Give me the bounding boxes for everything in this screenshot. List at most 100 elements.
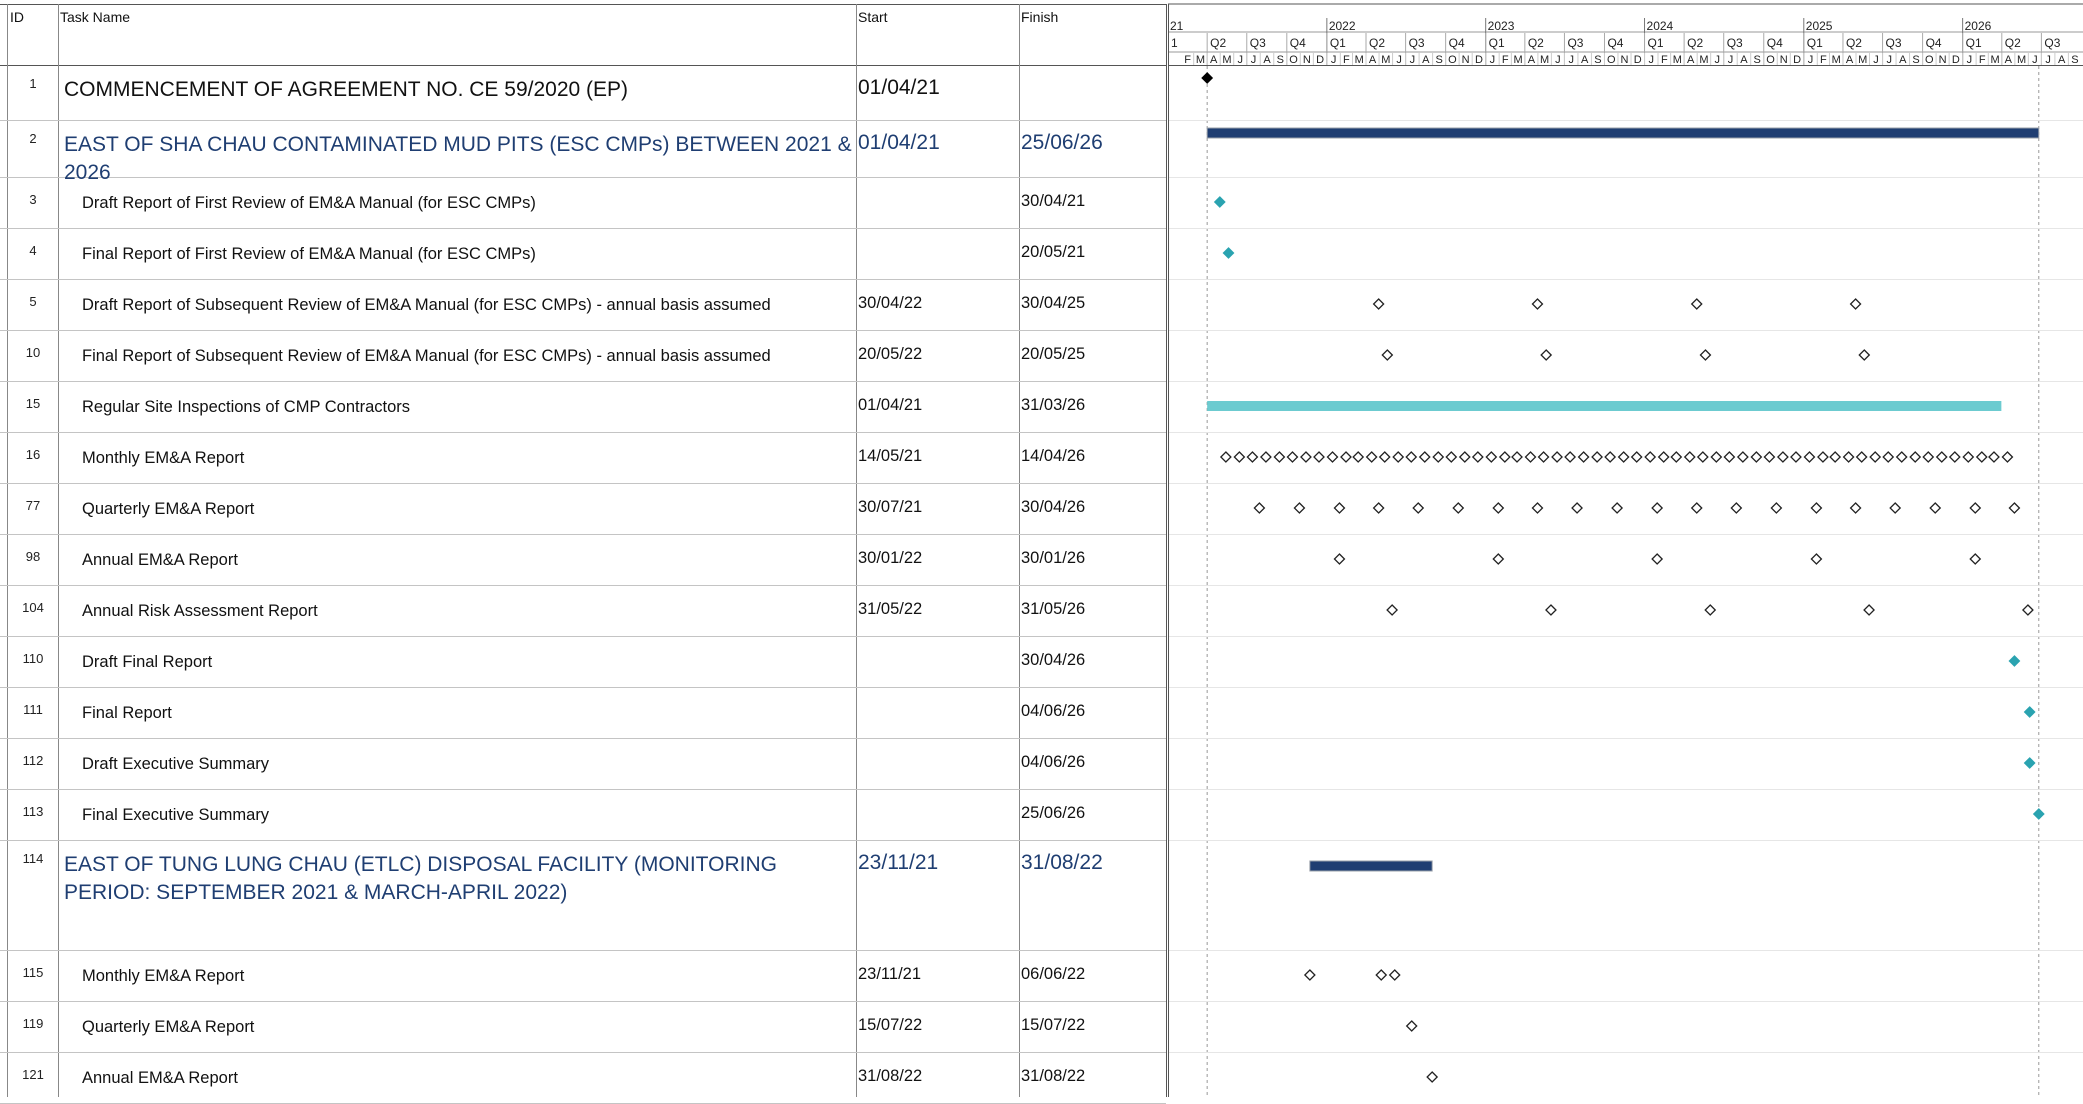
table-row[interactable]: 115 Monthly EM&A Report 23/11/21 06/06/22 [0, 951, 1166, 1002]
table-row[interactable]: 113 Final Executive Summary 25/06/26 [0, 790, 1166, 841]
row-task-name: Annual EM&A Report [82, 1069, 238, 1087]
timescale-month-label: J [1490, 54, 1496, 66]
recurring-milestone [1858, 349, 1871, 361]
timescale-month-label: D [1475, 54, 1483, 66]
recurring-milestone [1690, 502, 1703, 514]
header-id[interactable]: ID [10, 9, 24, 25]
table-row[interactable]: 3 Draft Report of First Review of EM&A Ma… [0, 178, 1166, 229]
table-row[interactable]: 5 Draft Report of Subsequent Review of EM… [0, 280, 1166, 331]
table-row[interactable]: 15 Regular Site Inspections of CMP Contra… [0, 382, 1166, 433]
task-bar [1207, 401, 2002, 411]
row-id: 16 [25, 447, 41, 462]
timescale-month-label: J [1568, 54, 1574, 66]
timescale-year-label: 2024 [1647, 19, 1674, 33]
recurring-milestone [1531, 298, 1544, 310]
recurring-milestone [1381, 349, 1394, 361]
timescale-month-label: N [1939, 54, 1947, 66]
row-task-name: Annual EM&A Report [82, 551, 238, 569]
table-row[interactable]: 77 Quarterly EM&A Report 30/07/21 30/04/26 [0, 484, 1166, 535]
table-row[interactable]: 111 Final Report 04/06/26 [0, 688, 1166, 739]
recurring-milestone [1293, 502, 1306, 514]
row-id: 77 [25, 498, 41, 513]
table-row[interactable]: 4 Final Report of First Review of EM&A Ma… [0, 229, 1166, 280]
timescale-month-label: A [1899, 54, 1907, 66]
timescale-year-label: 2022 [1329, 19, 1356, 33]
timescale-month-label: J [1331, 54, 1337, 66]
gantt-chart: 21 2022 2023 2024 2025 2026 1 Q2 Q3 Q4 Q1 Q2 Q3 Q4 Q1 Q… [1168, 3, 2083, 1097]
table-row[interactable]: 121 Annual EM&A Report 31/08/22 31/08/22 [0, 1053, 1166, 1104]
row-finish-date: 31/08/22 [1021, 1067, 1086, 1085]
recurring-milestone [1498, 451, 1511, 463]
recurring-milestone [1817, 451, 1829, 463]
timescale-month-label: D [1634, 54, 1642, 66]
milestone-marker [2032, 808, 2045, 820]
recurring-milestone [1929, 502, 1942, 514]
recurring-milestone [1492, 502, 1505, 514]
timescale-month-label: J [1410, 54, 1416, 66]
table-row[interactable]: 114 EAST OF TUNG LUNG CHAU (ETLC) DISPOSA… [0, 841, 1166, 951]
table-header: ID Task Name Start Finish [0, 4, 1166, 66]
timescale-month-label: J [1808, 54, 1814, 66]
recurring-milestone [1531, 502, 1544, 514]
table-row[interactable]: 1 COMMENCEMENT OF AGREEMENT NO. CE 59/202… [0, 66, 1166, 121]
recurring-milestone [1969, 553, 1982, 565]
recurring-milestone [1855, 451, 1868, 463]
row-finish-date: 31/05/26 [1021, 600, 1086, 618]
row-id: 5 [29, 294, 37, 309]
row-task-name: COMMENCEMENT OF AGREEMENT NO. CE 59/2020… [64, 78, 629, 101]
timescale-quarter-label: Q4 [1449, 36, 1465, 50]
timescale-month-label: J [2032, 54, 2038, 66]
recurring-milestone [1412, 502, 1425, 514]
timescale-month-label: J [1237, 54, 1243, 66]
recurring-milestone [1617, 451, 1630, 463]
header-start[interactable]: Start [858, 9, 888, 25]
table-row[interactable]: 16 Monthly EM&A Report 14/05/21 14/04/26 [0, 433, 1166, 484]
row-finish-date: 30/01/26 [1021, 549, 1086, 567]
timescale-month-label: N [1621, 54, 1629, 66]
timescale-year-label: 2026 [1965, 19, 1992, 33]
row-task-name: Annual Risk Assessment Report [82, 602, 318, 620]
row-start-date: 15/07/22 [858, 1016, 923, 1034]
table-row[interactable]: 10 Final Report of Subsequent Review of E… [0, 331, 1166, 382]
row-task-name: Final Report of Subsequent Review of EM&… [82, 347, 771, 365]
table-row[interactable]: 119 Quarterly EM&A Report 15/07/22 15/07/22 [0, 1002, 1166, 1053]
recurring-milestone [1313, 451, 1325, 463]
recurring-milestone [1651, 553, 1664, 565]
table-row[interactable]: 110 Draft Final Report 30/04/26 [0, 637, 1166, 688]
timescale-month-label: J [1396, 54, 1402, 66]
row-id: 10 [25, 345, 41, 360]
timescale-month-label: J [1967, 54, 1973, 66]
timescale-month-label: M [1540, 54, 1549, 66]
table-row[interactable]: 2 EAST OF SHA CHAU CONTAMINATED MUD PITS … [0, 121, 1166, 184]
milestone-marker [2023, 757, 2036, 769]
row-finish-date: 30/04/25 [1021, 294, 1086, 312]
timescale-month-label: S [1754, 54, 1761, 66]
recurring-milestone [1810, 553, 1823, 565]
row-task-name: Final Report [82, 704, 172, 722]
timescale-quarter-label: Q4 [1290, 36, 1306, 50]
header-finish[interactable]: Finish [1021, 9, 1058, 25]
timescale-month-label: F [1661, 54, 1668, 66]
timescale-quarter-label: Q2 [2005, 36, 2021, 50]
row-start-date: 31/08/22 [858, 1067, 923, 1085]
table-row[interactable]: 112 Draft Executive Summary 04/06/26 [0, 739, 1166, 790]
row-start-date: 30/07/21 [858, 498, 923, 516]
recurring-milestone [1300, 451, 1312, 463]
recurring-milestone [1253, 502, 1266, 514]
row-task-name: Monthly EM&A Report [82, 449, 245, 467]
table-row[interactable]: 98 Annual EM&A Report 30/01/22 30/01/26 [0, 535, 1166, 586]
recurring-milestone [1492, 553, 1505, 565]
row-finish-date: 04/06/26 [1021, 702, 1086, 720]
summary-bar [1206, 127, 2040, 139]
summary-bar [1309, 860, 1433, 872]
milestone-marker [1213, 196, 1226, 208]
recurring-milestone [1259, 451, 1272, 463]
timescale-month-label: J [1887, 54, 1893, 66]
header-task-name[interactable]: Task Name [60, 9, 130, 25]
recurring-milestone [1452, 502, 1465, 514]
timescale-month-label: A [1369, 54, 1377, 66]
recurring-milestone [1730, 502, 1743, 514]
table-row[interactable]: 104 Annual Risk Assessment Report 31/05/22… [0, 586, 1166, 637]
recurring-milestone [1696, 451, 1709, 463]
recurring-milestone [1405, 1020, 1418, 1032]
